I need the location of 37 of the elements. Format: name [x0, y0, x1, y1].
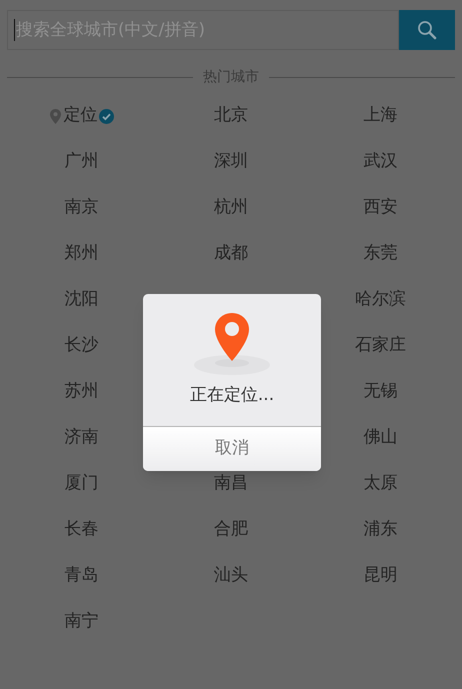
- city-item[interactable]: 东莞: [363, 241, 398, 267]
- city-item[interactable]: 苏州: [64, 379, 99, 405]
- city-item[interactable]: 佛山: [363, 425, 398, 451]
- city-item[interactable]: 广州: [64, 149, 99, 175]
- search-button[interactable]: [399, 10, 455, 50]
- city-item[interactable]: 青岛: [64, 563, 99, 589]
- city-item[interactable]: 上海: [363, 103, 398, 129]
- city-item[interactable]: 北京: [214, 103, 248, 129]
- location-pin-icon: [194, 313, 270, 375]
- city-item[interactable]: 济南: [64, 425, 99, 451]
- city-item[interactable]: 沈阳: [64, 287, 99, 313]
- city-item[interactable]: 西安: [363, 195, 398, 221]
- city-item[interactable]: 南昌: [214, 471, 248, 497]
- city-item[interactable]: 南宁: [64, 609, 99, 635]
- city-item[interactable]: 定位: [64, 103, 98, 129]
- city-item[interactable]: 厦门: [64, 471, 99, 497]
- city-item[interactable]: 石家庄: [354, 333, 406, 359]
- city-item[interactable]: 武汉: [363, 149, 398, 175]
- location-pin-icon: [50, 108, 61, 124]
- city-item[interactable]: 浦东: [363, 517, 398, 543]
- city-item[interactable]: 哈尔滨: [354, 287, 406, 313]
- search-icon: [417, 20, 437, 40]
- city-item[interactable]: 无锡: [363, 379, 398, 405]
- city-item[interactable]: 长沙: [64, 333, 99, 359]
- city-item[interactable]: 成都: [214, 241, 248, 267]
- city-item[interactable]: 深圳: [214, 149, 248, 175]
- city-item[interactable]: 太原: [363, 471, 398, 497]
- text-cursor: [14, 19, 15, 41]
- city-item[interactable]: 杭州: [214, 195, 248, 221]
- city-item[interactable]: 长春: [64, 517, 99, 543]
- cancel-button[interactable]: 取消: [143, 426, 321, 471]
- city-item[interactable]: 南京: [64, 195, 99, 221]
- city-item[interactable]: 郑州: [64, 241, 99, 267]
- city-item[interactable]: 合肥: [214, 517, 248, 543]
- city-item[interactable]: 昆明: [363, 563, 398, 589]
- city-item[interactable]: 汕头: [214, 563, 248, 589]
- dialog-message: 正在定位...: [190, 384, 274, 407]
